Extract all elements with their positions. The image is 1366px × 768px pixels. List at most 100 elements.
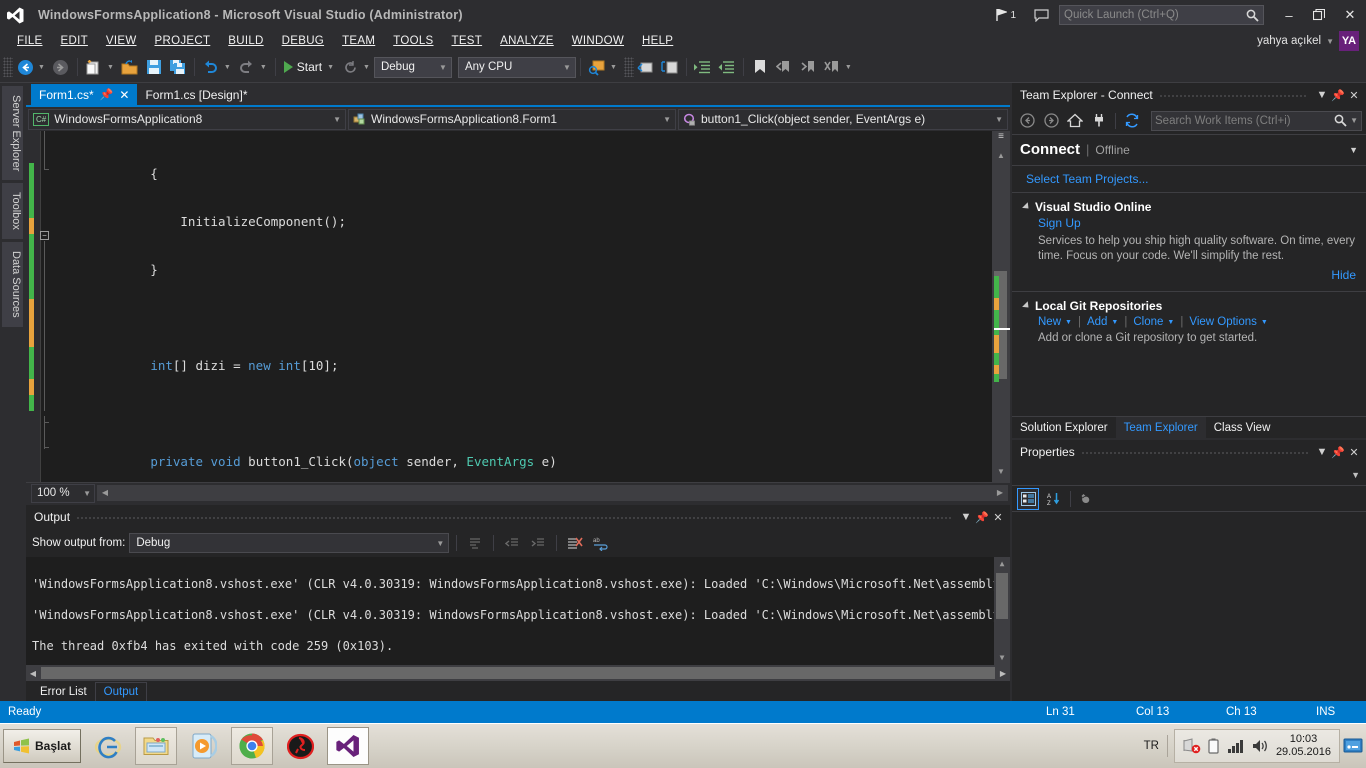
- plug-icon[interactable]: [1088, 110, 1110, 132]
- git-clone-link[interactable]: Clone: [1133, 316, 1163, 328]
- menu-test[interactable]: TEST: [443, 32, 492, 50]
- vso-hide-row[interactable]: Hide: [1022, 264, 1356, 282]
- new-project-dropdown[interactable]: ▼: [106, 64, 118, 71]
- menu-tools[interactable]: TOOLS: [384, 32, 442, 50]
- menu-team[interactable]: TEAM: [333, 32, 384, 50]
- menu-project[interactable]: PROJECT: [146, 32, 220, 50]
- find-message-icon[interactable]: [464, 532, 486, 554]
- platform-combo[interactable]: Any CPU ▼: [457, 56, 576, 78]
- alphabetical-sort-icon[interactable]: AZ: [1042, 488, 1064, 510]
- code-editor[interactable]: − { InitializeComponent(); } int[] dizi …: [26, 131, 1010, 482]
- next-bookmark-icon[interactable]: [796, 56, 820, 78]
- panel-drag-handle[interactable]: [1080, 450, 1308, 454]
- go-to-next-message-icon[interactable]: [527, 532, 549, 554]
- taskbar-google-chrome[interactable]: [231, 727, 274, 765]
- output-vertical-scrollbar[interactable]: ▲ ▼: [994, 557, 1010, 665]
- close-icon[interactable]: ✕: [990, 511, 1006, 524]
- previous-bookmark-icon[interactable]: [772, 56, 796, 78]
- restart-icon[interactable]: [338, 56, 362, 78]
- navbar-member-combo[interactable]: button1_Click(object sender, EventArgs e…: [678, 108, 1008, 130]
- network-error-icon[interactable]: [1183, 738, 1201, 754]
- zoom-level-combo[interactable]: 100 % ▼: [31, 483, 95, 503]
- chevron-down-icon[interactable]: ▼: [325, 115, 341, 124]
- output-text-content[interactable]: 'WindowsFormsApplication8.vshost.exe' (C…: [26, 557, 1010, 665]
- toggle-word-wrap-icon[interactable]: ab: [590, 532, 612, 554]
- configuration-combo[interactable]: Debug ▼: [373, 56, 452, 78]
- save-all-icon[interactable]: [166, 56, 190, 78]
- scroll-left-arrow[interactable]: ◀: [97, 485, 113, 501]
- select-team-projects-link[interactable]: Select Team Projects...: [1026, 172, 1149, 186]
- scroll-right-arrow[interactable]: ▶: [992, 485, 1008, 501]
- refresh-icon[interactable]: [1121, 110, 1143, 132]
- show-desktop-icon[interactable]: [1340, 738, 1366, 755]
- undo-icon[interactable]: [199, 56, 223, 78]
- avatar[interactable]: YA: [1339, 31, 1359, 51]
- clock[interactable]: 10:03 29.05.2016: [1276, 733, 1331, 759]
- chevron-down-icon[interactable]: ▼: [1065, 319, 1072, 326]
- chevron-down-icon[interactable]: ▼: [1167, 319, 1174, 326]
- scrollbar-thumb[interactable]: [996, 573, 1008, 619]
- tab-solution-explorer[interactable]: Solution Explorer: [1012, 417, 1116, 438]
- work-items-search-input[interactable]: [1155, 114, 1335, 127]
- tab-team-explorer[interactable]: Team Explorer: [1115, 417, 1206, 438]
- comment-selection-icon[interactable]: [634, 56, 658, 78]
- editor-horizontal-scrollbar[interactable]: ◀ ▶: [97, 485, 1008, 501]
- scroll-down-arrow[interactable]: ▼: [992, 464, 1010, 480]
- vso-section-title-row[interactable]: Visual Studio Online: [1022, 200, 1356, 214]
- menu-analyze[interactable]: ANALYZE: [491, 32, 563, 50]
- git-new-link[interactable]: New: [1038, 316, 1061, 328]
- output-horizontal-scrollbar[interactable]: ◀ ▶: [26, 665, 1010, 681]
- navigate-backward-icon[interactable]: [13, 56, 37, 78]
- start-debug-button[interactable]: Start: [280, 60, 326, 74]
- navbar-project-combo[interactable]: C# WindowsFormsApplication8 ▼: [28, 108, 346, 130]
- quick-launch-input[interactable]: [1064, 9, 1246, 21]
- quick-launch-box[interactable]: [1059, 5, 1264, 25]
- open-file-icon[interactable]: [118, 56, 142, 78]
- pin-icon[interactable]: 📌: [1330, 446, 1346, 459]
- properties-object-selector[interactable]: ▼: [1012, 464, 1366, 486]
- tab-form1-cs-design[interactable]: Form1.cs [Design]*: [137, 84, 256, 105]
- code-text-content[interactable]: { InitializeComponent(); } int[] dizi = …: [56, 131, 992, 482]
- vso-hide-link[interactable]: Hide: [1331, 268, 1356, 282]
- chevron-down-icon[interactable]: ▼: [958, 511, 974, 523]
- toolbar-grip[interactable]: [3, 57, 13, 77]
- menu-help[interactable]: HELP: [633, 32, 682, 50]
- fold-toggle-icon[interactable]: −: [40, 231, 49, 240]
- chevron-down-icon[interactable]: ▼: [987, 115, 1003, 124]
- scrollbar-thumb[interactable]: [41, 667, 995, 679]
- menu-window[interactable]: WINDOW: [563, 32, 633, 50]
- start-button[interactable]: Başlat: [3, 729, 82, 763]
- sidebar-item-data-sources[interactable]: Data Sources: [2, 242, 23, 327]
- close-button[interactable]: ✕: [1334, 0, 1366, 30]
- undo-dropdown[interactable]: ▼: [223, 64, 235, 71]
- menu-build[interactable]: BUILD: [219, 32, 272, 50]
- volume-icon[interactable]: [1252, 738, 1269, 754]
- git-view-options-link[interactable]: View Options: [1189, 316, 1257, 328]
- restart-dropdown[interactable]: ▼: [362, 64, 374, 71]
- menu-edit[interactable]: EDIT: [52, 32, 97, 50]
- increase-indent-icon[interactable]: [691, 56, 715, 78]
- find-in-files-icon[interactable]: [585, 56, 609, 78]
- categorized-view-icon[interactable]: [1017, 487, 1039, 510]
- battery-icon[interactable]: [1208, 738, 1220, 754]
- forward-arrow-icon[interactable]: [1040, 110, 1062, 132]
- redo-dropdown[interactable]: ▼: [259, 64, 271, 71]
- notifications-button[interactable]: 1: [988, 9, 1024, 21]
- chevron-down-icon[interactable]: ▼: [1326, 37, 1334, 46]
- git-section-title-row[interactable]: Local Git Repositories: [1022, 299, 1356, 313]
- navigate-forward-icon[interactable]: [49, 56, 73, 78]
- bookmark-icon[interactable]: [748, 56, 772, 78]
- decrease-indent-icon[interactable]: [715, 56, 739, 78]
- chevron-down-icon[interactable]: ▼: [1261, 319, 1268, 326]
- select-team-projects-row[interactable]: Select Team Projects...: [1012, 166, 1366, 193]
- restore-button[interactable]: [1304, 0, 1334, 30]
- scroll-left-arrow[interactable]: ◀: [26, 669, 40, 678]
- search-options-dropdown[interactable]: ▼: [1347, 116, 1358, 125]
- chevron-down-icon[interactable]: ▼: [655, 115, 671, 124]
- menu-debug[interactable]: DEBUG: [273, 32, 333, 50]
- navigate-backward-dropdown[interactable]: ▼: [37, 64, 49, 71]
- go-to-previous-message-icon[interactable]: [501, 532, 523, 554]
- close-icon[interactable]: ✕: [119, 88, 129, 102]
- sidebar-item-server-explorer[interactable]: Server Explorer: [2, 86, 23, 181]
- account-area[interactable]: yahya açıkel ▼ YA: [1257, 30, 1362, 52]
